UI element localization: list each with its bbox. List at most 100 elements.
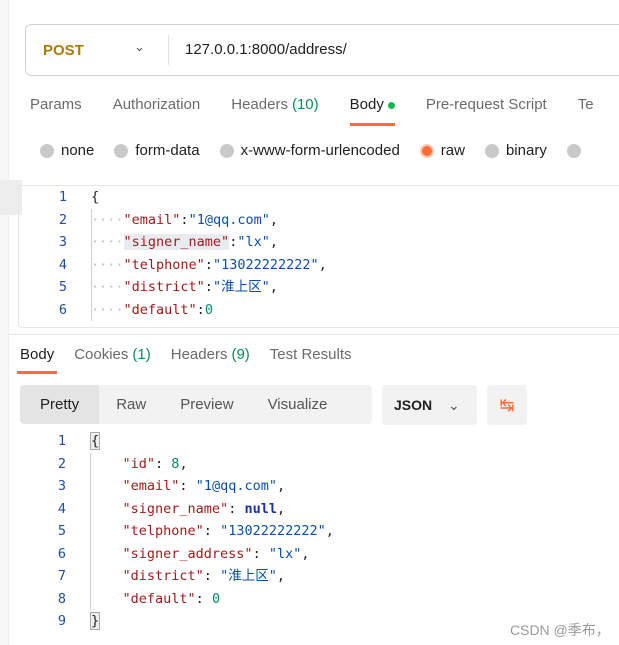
method-select[interactable]: POST xyxy=(43,42,84,59)
tab-params[interactable]: Params xyxy=(30,96,82,113)
line-number: 7 xyxy=(57,568,66,584)
indent-dots: ···· xyxy=(91,301,124,318)
tab-headers[interactable]: Headers (10) xyxy=(231,96,318,113)
colon: : xyxy=(204,279,213,295)
json-value: "1@qq.com" xyxy=(188,211,270,228)
indent-dots: ···· xyxy=(91,279,124,295)
view-mode-raw[interactable]: Raw xyxy=(99,385,163,424)
json-value: "13022222222" xyxy=(220,523,326,539)
comma: , xyxy=(276,500,286,517)
response-body-viewer[interactable]: 1 {2 "id": 8, 3 "email": "1@qq.com", 4 "sig… xyxy=(18,430,618,630)
json-value: "lx" xyxy=(237,234,270,250)
response-tab-cookies[interactable]: Cookies (1) xyxy=(74,346,151,363)
json-value: "1@qq.com" xyxy=(195,478,277,494)
tab-label: Params xyxy=(30,96,82,113)
line-number: 5 xyxy=(58,279,67,295)
tab-label: Headers xyxy=(170,346,228,363)
json-key: "telphone" xyxy=(122,523,204,539)
json-value: "淮上区" xyxy=(220,568,277,584)
line-number: 4 xyxy=(58,256,67,273)
brace: } xyxy=(90,612,101,630)
code-line: ····"default":0 xyxy=(91,299,213,321)
brace: { xyxy=(91,189,100,205)
tab-label: Test Results xyxy=(269,346,352,363)
chevron-down-icon[interactable]: ⌄ xyxy=(134,39,145,55)
json-value: 0 xyxy=(211,590,221,607)
line-number: 6 xyxy=(57,545,66,562)
tab-label: Authorization xyxy=(112,96,201,113)
colon: : xyxy=(203,523,221,539)
json-key: "signer_name" xyxy=(122,500,229,517)
line-number: 6 xyxy=(58,301,67,318)
line-number: 1 xyxy=(57,433,66,449)
indent-guide xyxy=(90,452,91,610)
tab-authorization[interactable]: Authorization xyxy=(113,96,201,113)
tab-label: Cookies xyxy=(74,346,129,363)
radio-x-www-form-urlencoded[interactable]: x-www-form-urlencoded xyxy=(219,142,400,159)
url-bar: POST ⌄ 127.0.0.1:8000/address/ xyxy=(25,24,619,76)
comma: , xyxy=(318,256,327,273)
request-body-editor[interactable]: 1{2 ····"email":"1@qq.com", 3 ····"signer_n… xyxy=(18,185,619,328)
tab-label: Te xyxy=(577,96,594,113)
radio-more[interactable] xyxy=(566,142,588,159)
tab-label: Body xyxy=(20,346,55,363)
json-key: "telphone" xyxy=(123,256,205,273)
format-select[interactable]: JSON ⌄ xyxy=(382,385,477,425)
sidebar-edge xyxy=(0,0,9,645)
radio-binary[interactable]: binary xyxy=(484,142,547,159)
line-number: 3 xyxy=(57,478,66,494)
comma: , xyxy=(269,279,278,295)
response-tab-headers[interactable]: Headers (9) xyxy=(171,346,250,363)
radio-circle-icon xyxy=(566,143,581,158)
code-line: "telphone": "13022222222", xyxy=(90,520,334,542)
json-key: "signer_address" xyxy=(122,545,253,562)
tab-body[interactable]: Body xyxy=(349,96,396,126)
line-number: 2 xyxy=(58,211,67,228)
brace: { xyxy=(90,432,101,450)
indent-dots: ···· xyxy=(91,234,124,250)
pane-divider[interactable] xyxy=(9,334,619,335)
radio-label: none xyxy=(61,142,95,159)
tab-count: (9) xyxy=(231,346,250,363)
code-line: "default": 0 xyxy=(90,588,221,610)
json-key: "email" xyxy=(122,478,180,494)
comma: , xyxy=(276,568,285,584)
json-key: "default" xyxy=(123,301,197,318)
radio-raw[interactable]: raw xyxy=(419,142,465,159)
body-type-options: none form-data x-www-form-urlencoded raw bin… xyxy=(40,142,608,159)
response-tab-body[interactable]: Body xyxy=(16,346,58,374)
view-mode-preview[interactable]: Preview xyxy=(163,385,250,424)
view-mode-visualize[interactable]: Visualize xyxy=(251,385,345,424)
colon: : xyxy=(252,545,269,562)
url-input[interactable]: 127.0.0.1:8000/address/ xyxy=(185,41,347,58)
comma: , xyxy=(301,545,310,562)
code-line: } xyxy=(90,610,101,632)
radio-label: form-data xyxy=(135,142,200,159)
comma: , xyxy=(269,234,278,250)
response-tab-test-results[interactable]: Test Results xyxy=(270,346,352,363)
radio-none[interactable]: none xyxy=(40,142,94,159)
watermark: CSDN @季布， xyxy=(510,622,610,638)
line-number: 2 xyxy=(57,455,66,472)
code-line: "signer_name": null, xyxy=(90,498,286,520)
line-number: 1 xyxy=(58,189,67,205)
radio-circle-icon xyxy=(40,143,54,158)
code-line: ····"telphone":"13022222222", xyxy=(91,254,327,276)
code-line: ····"email":"1@qq.com", xyxy=(91,209,278,231)
view-mode-pretty[interactable]: Pretty xyxy=(20,385,100,424)
line-number: 3 xyxy=(58,234,67,250)
tab-label: Body xyxy=(349,96,384,113)
colon: : xyxy=(179,478,196,494)
colon: : xyxy=(195,590,212,607)
radio-circle-icon xyxy=(419,143,434,158)
wrap-lines-button[interactable]: ↹ xyxy=(487,385,527,425)
radio-form-data[interactable]: form-data xyxy=(114,142,200,159)
json-key: "signer_name" xyxy=(123,234,230,250)
json-key: "default" xyxy=(122,590,196,607)
tab-pre-request script[interactable]: Pre-request Script xyxy=(426,96,547,113)
format-label: JSON xyxy=(394,397,433,413)
comma: , xyxy=(276,478,286,494)
wrap-icon: ↹ xyxy=(499,395,515,415)
tab-te[interactable]: Te xyxy=(578,96,594,113)
comma: , xyxy=(269,211,278,228)
